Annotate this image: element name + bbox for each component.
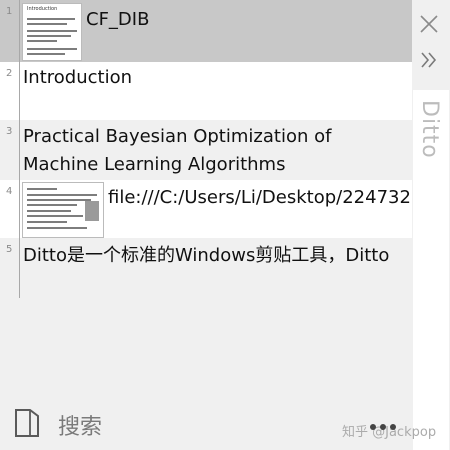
clip-number: 1 bbox=[6, 6, 13, 17]
clip-item-2[interactable]: 2 Introduction bbox=[0, 62, 412, 120]
note-icon[interactable] bbox=[13, 407, 41, 439]
clip-number: 4 bbox=[6, 186, 13, 197]
clip-item-3[interactable]: 3 Practical Bayesian Optimization of Mac… bbox=[0, 120, 412, 180]
close-icon[interactable] bbox=[419, 14, 439, 34]
number-column-divider bbox=[19, 0, 20, 298]
clip-list: 1 Introduction CF_DIB 2 Introduction 3 P… bbox=[0, 0, 412, 400]
search-input[interactable]: 搜索 bbox=[58, 409, 102, 441]
clip-thumbnail bbox=[22, 182, 104, 238]
clip-number: 3 bbox=[6, 126, 13, 137]
thumbnail-title: Introduction bbox=[27, 6, 58, 12]
clip-thumbnail: Introduction bbox=[22, 3, 82, 61]
clip-text: Practical Bayesian Optimization of Machi… bbox=[23, 126, 332, 175]
clip-text: Introduction bbox=[23, 67, 133, 88]
clip-text: Ditto是一个标准的Windows剪贴工具，Ditto bbox=[23, 245, 390, 266]
clip-item-4[interactable]: 4 file:///C:/Users/Li/Desktop/224732m bbox=[0, 180, 412, 238]
clip-number: 2 bbox=[6, 68, 13, 79]
clip-number: 5 bbox=[6, 244, 13, 255]
clip-item-5[interactable]: 5 Ditto是一个标准的Windows剪贴工具，Ditto bbox=[0, 238, 412, 298]
clip-item-1[interactable]: 1 Introduction CF_DIB bbox=[0, 0, 412, 62]
clip-text: file:///C:/Users/Li/Desktop/224732m bbox=[108, 187, 412, 208]
double-chevron-right-icon[interactable] bbox=[420, 51, 438, 69]
clip-text: CF_DIB bbox=[86, 9, 150, 30]
ditto-caption: Ditto bbox=[417, 100, 442, 159]
more-options-icon[interactable] bbox=[370, 415, 400, 434]
